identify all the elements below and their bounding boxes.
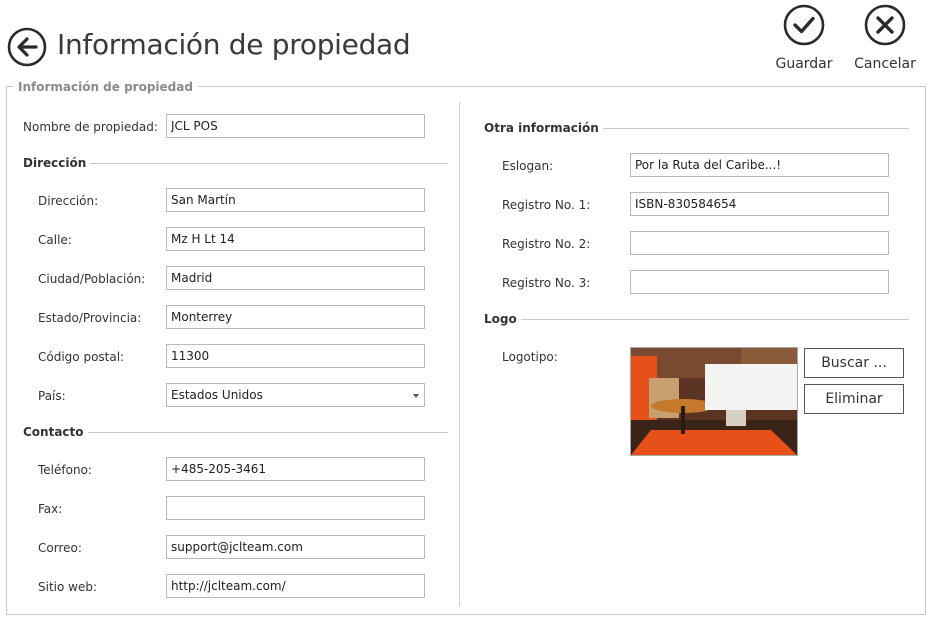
logo-section-title: Logo xyxy=(484,311,521,327)
phone-label: Teléfono: xyxy=(38,463,92,477)
property-name-input[interactable] xyxy=(166,114,425,138)
country-select-value: Estados Unidos xyxy=(171,388,263,402)
address-section-title: Dirección xyxy=(23,155,91,171)
phone-input[interactable] xyxy=(166,457,425,481)
registration-2-label: Registro No. 2: xyxy=(502,237,591,251)
contact-section-title: Contacto xyxy=(23,424,88,440)
city-label: Ciudad/Población: xyxy=(38,272,146,286)
state-label: Estado/Provincia: xyxy=(38,311,142,325)
slogan-input[interactable] xyxy=(630,153,889,177)
page-title: Información de propiedad xyxy=(57,28,411,61)
email-input[interactable] xyxy=(166,535,425,559)
fax-input[interactable] xyxy=(166,496,425,520)
registration-3-label: Registro No. 3: xyxy=(502,276,591,290)
logo-image xyxy=(630,347,798,456)
cancel-button-label: Cancelar xyxy=(854,56,916,72)
cancel-button[interactable]: Cancelar xyxy=(847,4,923,74)
state-input[interactable] xyxy=(166,305,425,329)
registration-1-label: Registro No. 1: xyxy=(502,198,591,212)
check-circle-icon xyxy=(783,4,825,46)
property-name-label: Nombre de propiedad: xyxy=(23,120,158,134)
website-input[interactable] xyxy=(166,574,425,598)
close-circle-icon xyxy=(864,4,906,46)
logo-picture xyxy=(631,348,797,455)
slogan-label: Eslogan: xyxy=(502,159,554,173)
country-label: País: xyxy=(38,389,66,403)
group-legend: Información de propiedad xyxy=(13,80,198,94)
logo-label: Logotipo: xyxy=(502,350,558,364)
back-arrow-icon[interactable] xyxy=(7,27,47,67)
street-input[interactable] xyxy=(166,227,425,251)
registration-3-input[interactable] xyxy=(630,270,889,294)
postal-code-input[interactable] xyxy=(166,344,425,368)
logo-section-line xyxy=(484,319,909,320)
save-button[interactable]: Guardar xyxy=(766,4,842,74)
other-info-section-title: Otra información xyxy=(484,120,603,136)
registration-1-input[interactable] xyxy=(630,192,889,216)
street-label: Calle: xyxy=(38,233,72,247)
city-input[interactable] xyxy=(166,266,425,290)
postal-code-label: Código postal: xyxy=(38,350,125,364)
address-label: Dirección: xyxy=(38,194,99,208)
column-divider xyxy=(459,102,460,607)
address-input[interactable] xyxy=(166,188,425,212)
remove-button[interactable]: Eliminar xyxy=(804,384,904,414)
country-select[interactable]: Estados Unidos xyxy=(166,383,425,407)
email-label: Correo: xyxy=(38,541,82,555)
save-button-label: Guardar xyxy=(775,56,833,72)
registration-2-input[interactable] xyxy=(630,231,889,255)
website-label: Sitio web: xyxy=(38,580,98,594)
browse-button[interactable]: Buscar ... xyxy=(804,348,904,378)
fax-label: Fax: xyxy=(38,502,63,516)
chevron-down-icon xyxy=(413,394,419,398)
